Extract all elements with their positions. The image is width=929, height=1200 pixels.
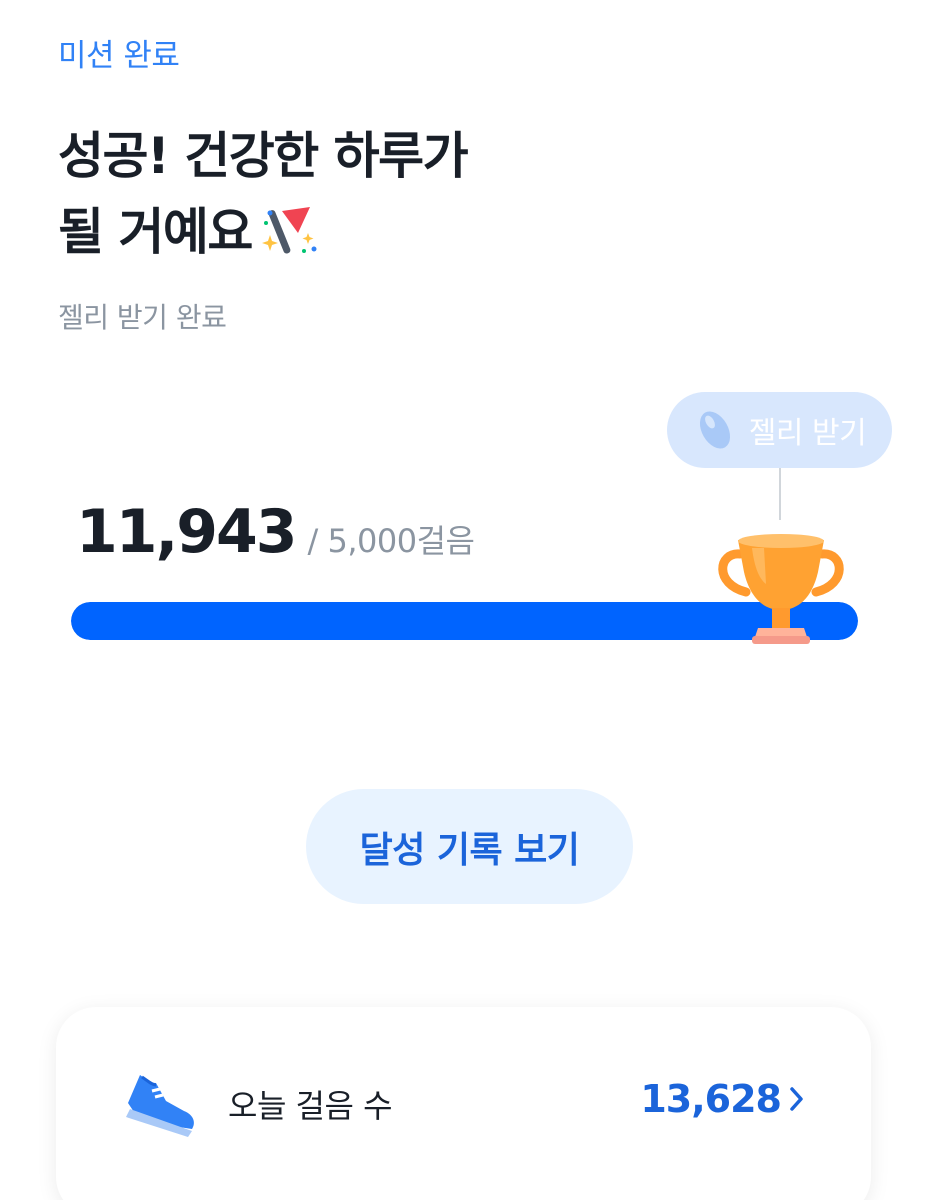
reward-bubble-pointer (779, 468, 781, 520)
reward-bubble: 젤리 받기 (667, 392, 892, 468)
steps-goal: / 5,000걸음 (307, 522, 475, 560)
page-title: 성공! 건강한 하루가 될 거예요 (58, 118, 469, 270)
today-steps-link[interactable]: 13,628 (640, 1077, 805, 1121)
today-steps-label: 오늘 걸음 수 (228, 1087, 393, 1125)
steps-progress-text: 11,943 / 5,000걸음 (76, 497, 475, 567)
reward-bubble-label: 젤리 받기 (748, 416, 867, 451)
sneaker-icon (126, 1075, 194, 1137)
headline-line-1: 성공! 건강한 하루가 (58, 127, 469, 185)
reward-status-label: 젤리 받기 완료 (58, 301, 227, 334)
party-popper-icon (261, 206, 317, 254)
chevron-right-icon (790, 1087, 803, 1111)
mission-status-label: 미션 완료 (58, 38, 180, 74)
jelly-bean-icon (699, 411, 730, 449)
view-history-button[interactable]: 달성 기록 보기 (306, 789, 633, 904)
trophy-icon (718, 534, 844, 644)
today-steps-card[interactable]: 오늘 걸음 수 13,628 (56, 1007, 871, 1200)
headline-line-2-text: 될 거예요 (58, 203, 253, 261)
steps-count: 11,943 (76, 497, 298, 567)
headline-line-2: 될 거예요 (58, 194, 467, 270)
today-steps-value: 13,628 (640, 1077, 782, 1121)
mission-complete-screen: 미션 완료 성공! 건강한 하루가 될 거예요 젤리 받기 완료 젤리 받기 1… (0, 0, 929, 1200)
